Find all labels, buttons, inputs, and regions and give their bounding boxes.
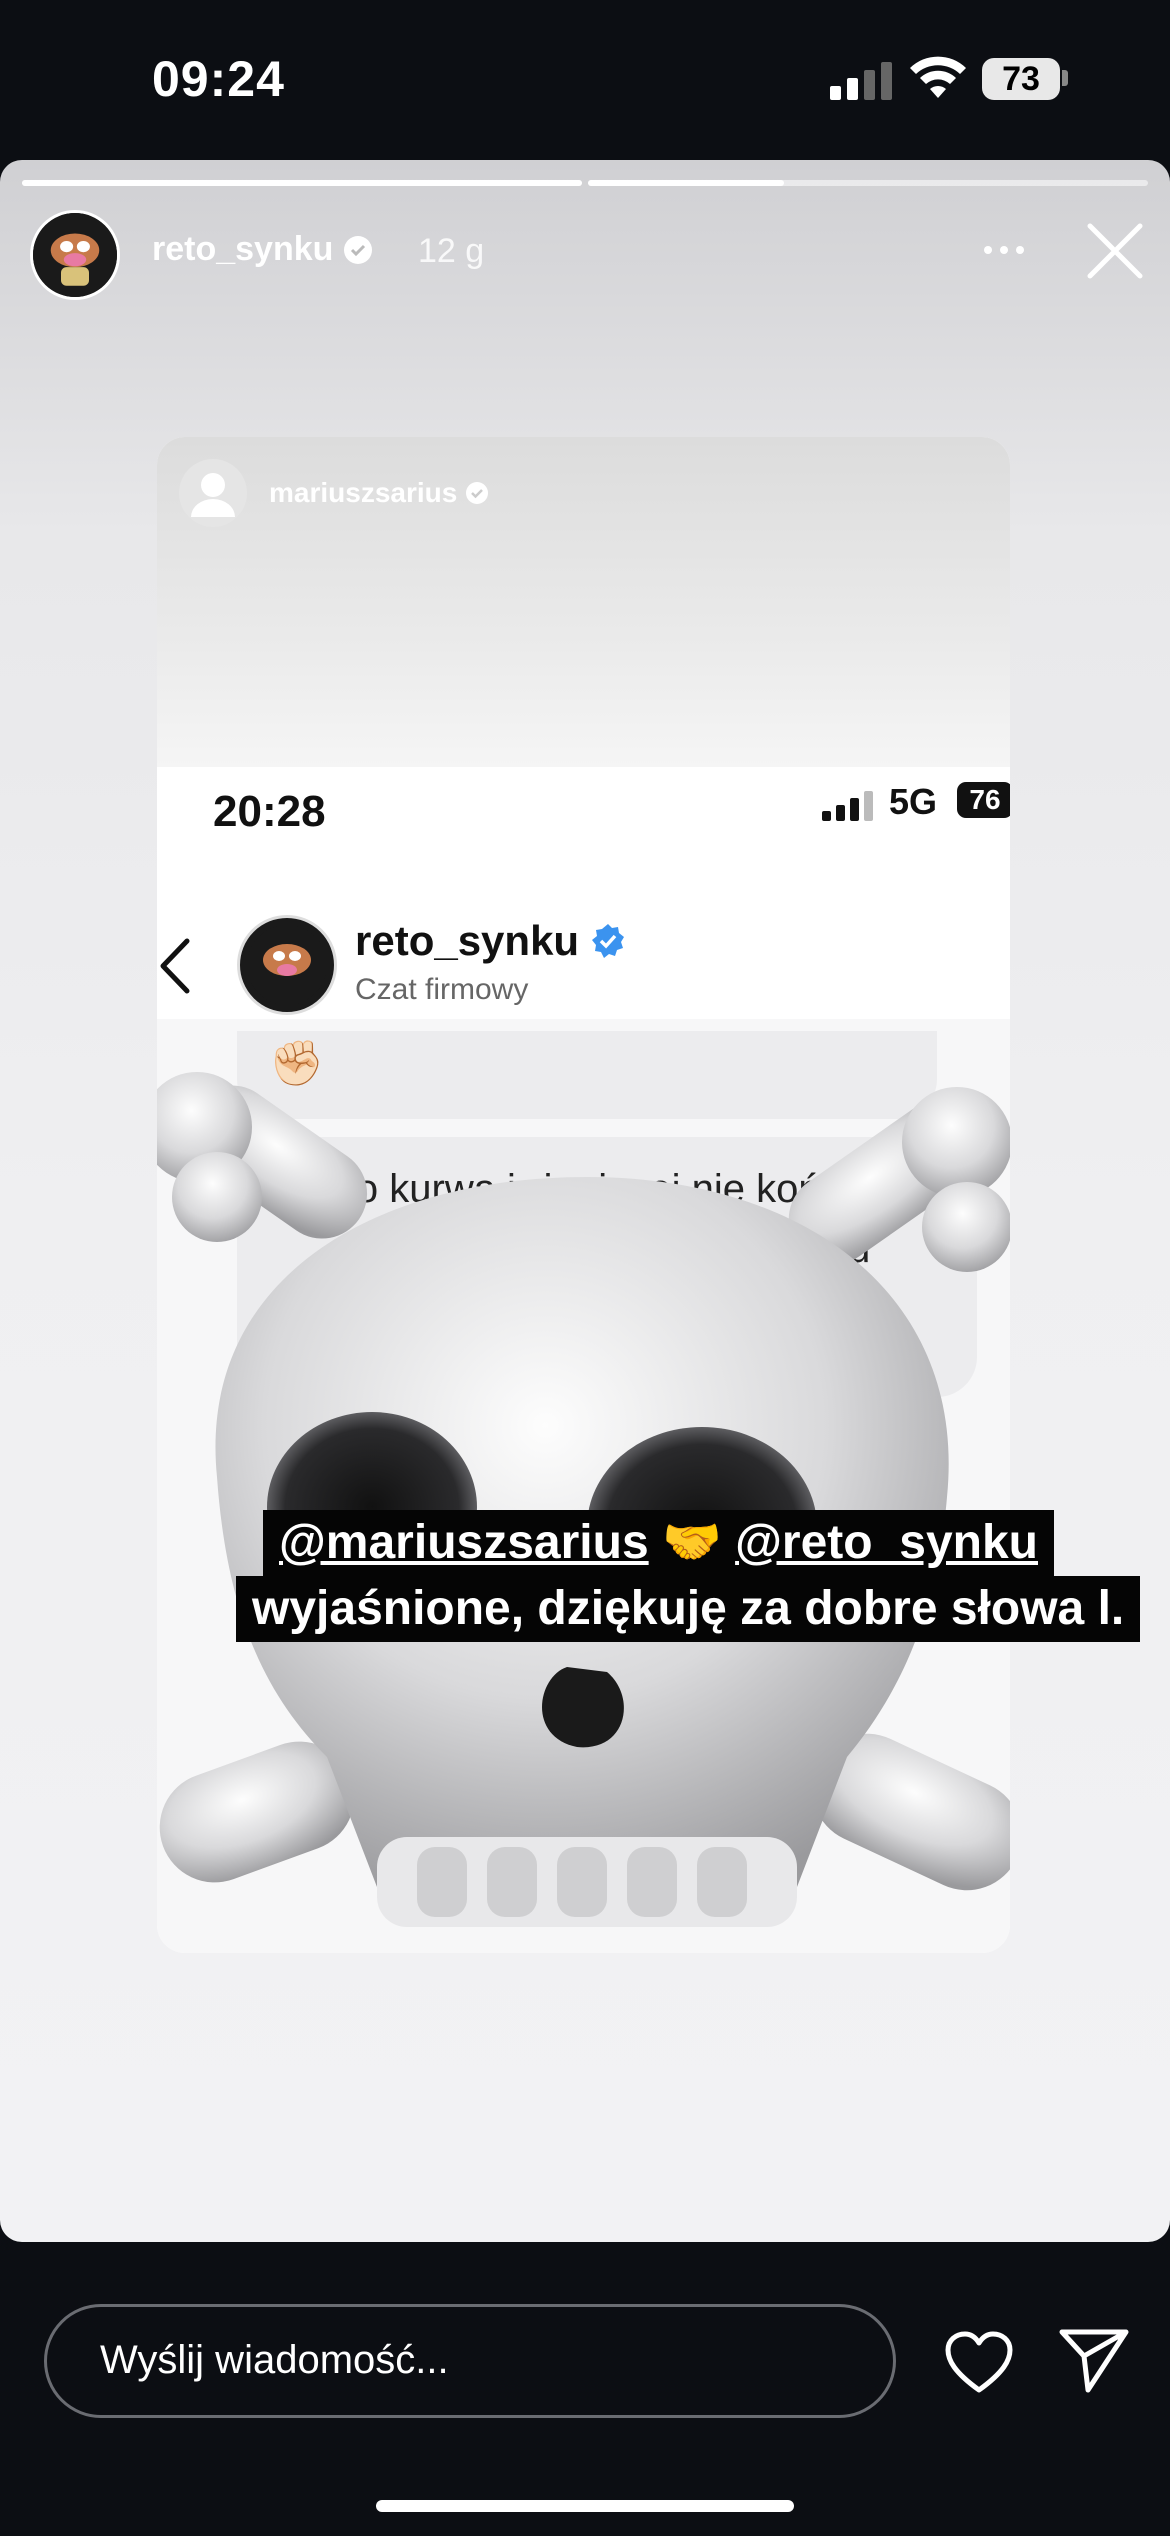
story-progress-2 (588, 180, 1148, 186)
story-username[interactable]: reto_synku (152, 230, 333, 269)
caption-line-1: @mariuszsarius 🤝 @reto_synku (263, 1510, 1054, 1576)
verified-icon (592, 924, 625, 958)
reshare-user-row: mariuszsarius (269, 477, 489, 509)
home-indicator (376, 2500, 794, 2512)
wifi-icon (910, 56, 966, 98)
reply-placeholder[interactable]: Wyślij wiadomość... (100, 2338, 449, 2383)
caption-mention-1[interactable]: @mariuszsarius (279, 1516, 649, 1569)
embedded-screenshot: mariuszsarius 20:28 5G 76 reto_synku Cza… (157, 437, 1010, 1953)
battery-cap (1062, 70, 1068, 86)
close-icon[interactable] (1086, 222, 1144, 280)
story-username-row[interactable]: reto_synku (152, 230, 373, 269)
handshake-emoji: 🤝 (661, 1516, 722, 1569)
signal-icon (822, 791, 873, 821)
caption-line-2: wyjaśnione, dziękuję za dobre słowa l. (236, 1576, 1141, 1642)
chat-subtitle: Czat firmowy (355, 973, 529, 1006)
heart-icon[interactable] (944, 2330, 1014, 2394)
back-icon (160, 938, 190, 994)
embedded-network: 5G (889, 781, 938, 822)
status-time: 09:24 (152, 51, 285, 107)
verified-icon (466, 482, 489, 504)
caption-mention-2[interactable]: @reto_synku (735, 1516, 1038, 1569)
story-time-ago: 12 g (418, 232, 485, 270)
story-panel[interactable]: reto_synku 12 g mariuszsarius 20:28 5G 7… (0, 160, 1170, 2242)
verified-icon (344, 235, 373, 264)
chat-name: reto_synku (355, 917, 580, 964)
story-avatar[interactable] (30, 210, 120, 300)
reshare-username: mariuszsarius (269, 477, 458, 508)
story-progress-1 (22, 180, 582, 186)
embedded-battery: 76 (957, 782, 1010, 818)
chat-avatar (237, 915, 337, 1015)
chat-name-row: reto_synku (355, 917, 627, 965)
skull-sticker (157, 1072, 1010, 1927)
more-icon[interactable] (984, 246, 1024, 254)
reshare-avatar (179, 459, 247, 527)
embedded-status-time: 20:28 (213, 787, 326, 836)
send-icon[interactable] (1058, 2326, 1130, 2394)
signal-icon (830, 62, 892, 100)
battery-icon: 73 (982, 58, 1060, 100)
